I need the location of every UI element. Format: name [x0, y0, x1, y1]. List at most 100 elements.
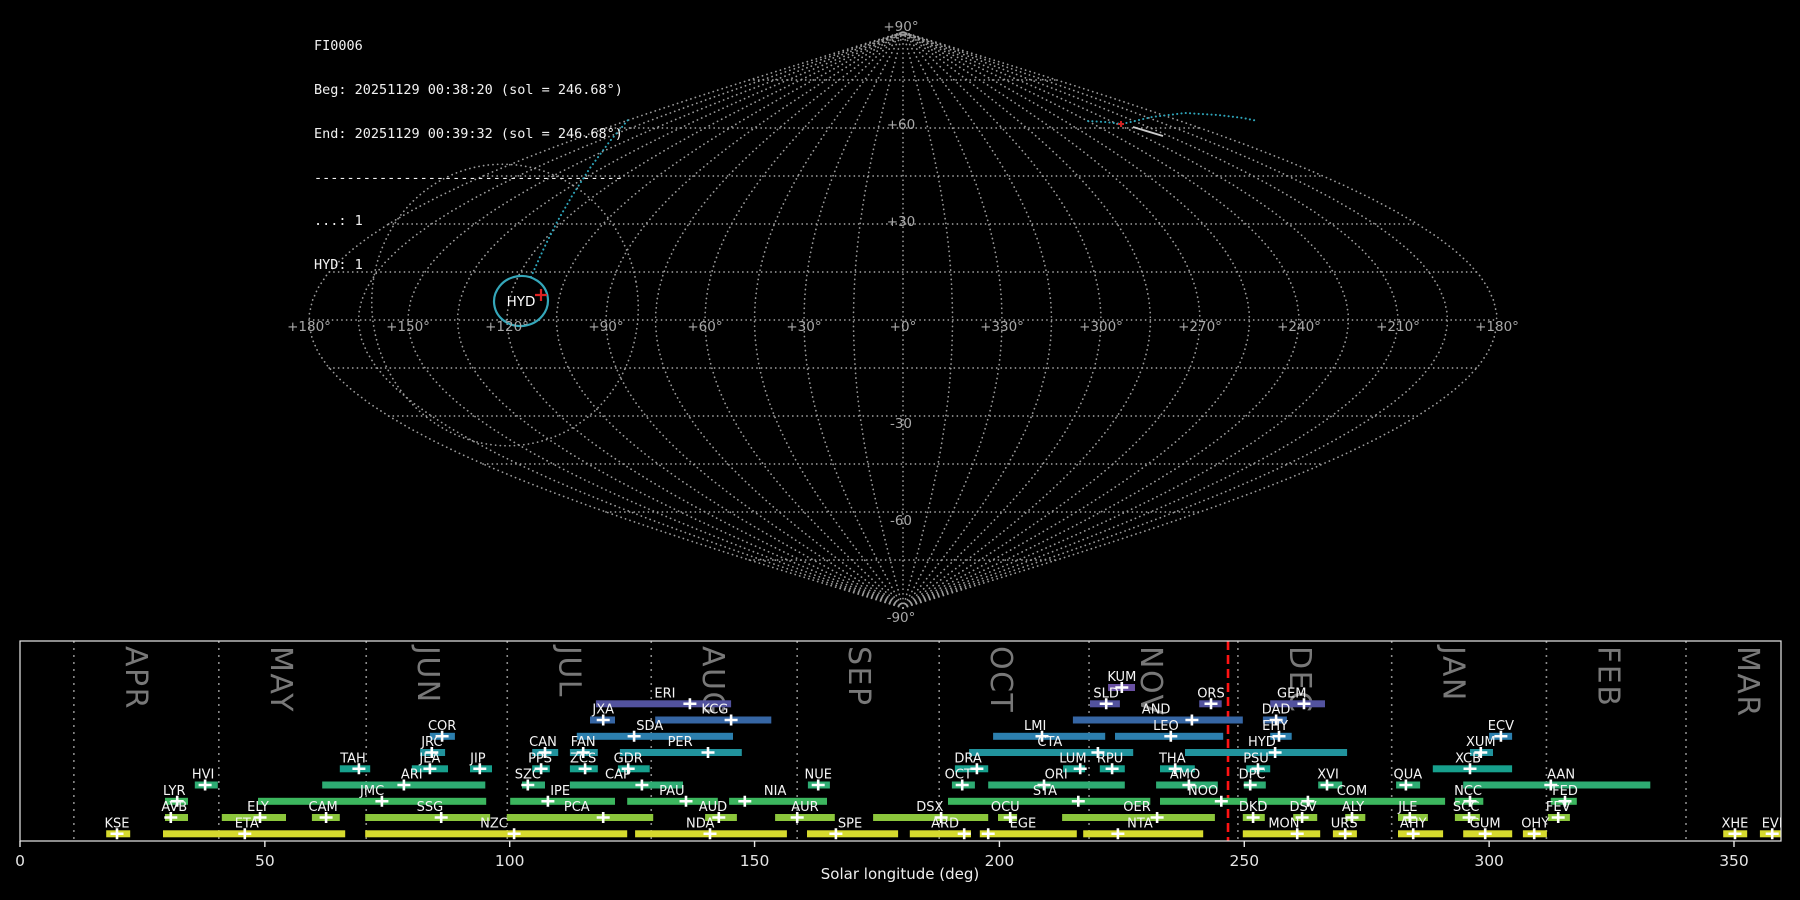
shower-code-label: NTA: [1127, 816, 1153, 831]
shower-peak-marker: [1111, 828, 1125, 840]
shower-bar-ETA: [163, 830, 346, 838]
longitude-tick-label: +240°: [1277, 319, 1321, 335]
shower-bar-AUR: [775, 814, 835, 821]
x-axis-title: Solar longitude (deg): [821, 865, 979, 883]
shower-code-label: LEO: [1153, 719, 1179, 734]
meteor-start-marker: [1118, 121, 1124, 127]
latitude-tick-label: -30: [890, 416, 912, 432]
shower-code-label: SPE: [838, 816, 862, 831]
shower-code-label: COM: [1337, 784, 1368, 799]
shower-code-label: RPU: [1097, 751, 1123, 766]
shower-code-label: MON: [1268, 816, 1299, 831]
shower-code-label: AND: [1142, 703, 1171, 718]
latitude-tick-label: -90°: [887, 610, 916, 626]
longitude-tick-label: +180°: [287, 319, 331, 335]
shower-code-label: JLE: [1397, 800, 1417, 815]
longitude-tick-label: +330°: [980, 319, 1024, 335]
shower-code-label: SCC: [1453, 800, 1479, 815]
longitude-tick-label: +60°: [687, 319, 722, 335]
longitude-tick-label: +90°: [588, 319, 623, 335]
shower-code-label: NIA: [764, 784, 787, 799]
shower-bar-SPE: [807, 830, 899, 838]
meteor-track-line: [1132, 126, 1164, 137]
shower-bar-PCA: [506, 814, 654, 821]
shower-code-label: CAN: [529, 735, 557, 750]
shower-code-label: STA: [1033, 784, 1057, 799]
shower-code-label: CTA: [1037, 735, 1062, 750]
shower-bar-KCG: [655, 716, 772, 724]
shower-bar-IPE: [510, 797, 615, 805]
shower-code-label: NZC: [480, 816, 508, 831]
latitude-tick-label: +90°: [883, 19, 918, 35]
shower-peak-marker: [1071, 795, 1085, 807]
shower-peak-marker: [1185, 714, 1199, 726]
shower-code-label: THA: [1158, 751, 1186, 766]
shower-peak-marker: [957, 828, 971, 840]
shower-code-label: DSX: [916, 800, 943, 815]
shower-peak-marker: [738, 795, 752, 807]
shower-peak-marker: [635, 779, 649, 791]
detection-info-panel: FI0006 Beg: 20251129 00:38:20 (sol = 246…: [314, 10, 623, 302]
shower-code-label: GEM: [1277, 686, 1307, 701]
longitude-tick-label: +150°: [386, 319, 430, 335]
x-axis-tick-label: 300: [1474, 852, 1504, 870]
longitude-tick-label: +210°: [1376, 319, 1420, 335]
month-label: OCT: [983, 646, 1018, 713]
shower-code-label: LUM: [1059, 751, 1086, 766]
shower-bar-STA: [948, 797, 1151, 805]
shower-code-label: AUD: [699, 800, 727, 815]
shower-code-label: PER: [668, 735, 693, 750]
shower-code-label: AVB: [161, 800, 187, 815]
shower-code-label: PCA: [564, 800, 590, 815]
shower-code-label: QUA: [1394, 768, 1423, 783]
shower-bar-MON: [1242, 830, 1321, 838]
shower-code-label: ERI: [654, 686, 675, 701]
longitude-tick-label: +120°: [485, 319, 529, 335]
shower-code-label: ELY: [247, 800, 269, 815]
month-label: JUN: [410, 644, 445, 704]
shower-code-label: JIP: [469, 751, 486, 766]
begin-time: Beg: 20251129 00:38:20 (sol = 246.68°): [314, 81, 623, 98]
shower-code-label: NCC: [1454, 784, 1482, 799]
shower-code-label: HYD: [1248, 735, 1276, 750]
shower-bar-NZC: [365, 830, 628, 838]
station-radiant-plot: HYD +180° +150° +120° +90° +60° +30° +0° +330° +…: [0, 0, 1800, 900]
month-label: JAN: [1436, 644, 1471, 702]
shower-code-label: XCB: [1455, 751, 1481, 766]
month-label: MAY: [263, 646, 298, 713]
shower-code-label: KCG: [701, 703, 728, 718]
station-id: FI0006: [314, 38, 363, 55]
x-axis-tick-label: 0: [15, 852, 25, 870]
shower-code-label: OCU: [991, 800, 1020, 815]
shower-code-label: EHY: [1262, 719, 1288, 734]
longitude-tick-label: +270°: [1178, 319, 1222, 335]
shower-bar-SDA: [576, 732, 733, 740]
latitude-tick-label: -60: [890, 513, 912, 529]
month-label: JUL: [551, 644, 586, 698]
shower-bar-JMC: [258, 797, 487, 805]
latitude-tick-label: +30: [887, 214, 916, 230]
separator-line: --------------------------------------: [314, 169, 623, 186]
x-axis-tick-label: 150: [740, 852, 770, 870]
x-axis-tick-label: 100: [495, 852, 525, 870]
shower-bar-SSG: [365, 814, 491, 821]
shower-code-label: TAH: [339, 751, 366, 766]
shower-code-label: ORI: [1045, 768, 1068, 783]
shower-peak-marker: [507, 828, 521, 840]
shower-code-label: ARD: [931, 816, 959, 831]
x-axis-tick-label: 350: [1719, 852, 1749, 870]
shower-code-label: OER: [1123, 800, 1150, 815]
shower-code-label: PSU: [1243, 751, 1269, 766]
shower-code-label: SDA: [636, 719, 663, 734]
shower-code-label: JMC: [359, 784, 384, 799]
longitude-tick-label: +30°: [786, 319, 821, 335]
shower-peak-marker: [981, 828, 995, 840]
month-label: SEP: [841, 646, 876, 707]
shower-code-label: NOO: [1188, 784, 1218, 799]
shower-code-label: PAU: [659, 784, 684, 799]
shower-bar-NTA: [1083, 830, 1204, 838]
shower-code-label: EGE: [1010, 816, 1037, 831]
shower-code-label: ETA: [235, 816, 259, 831]
sporadic-count: ...: 1: [314, 213, 363, 230]
shower-code-label: ZCS: [570, 751, 596, 766]
